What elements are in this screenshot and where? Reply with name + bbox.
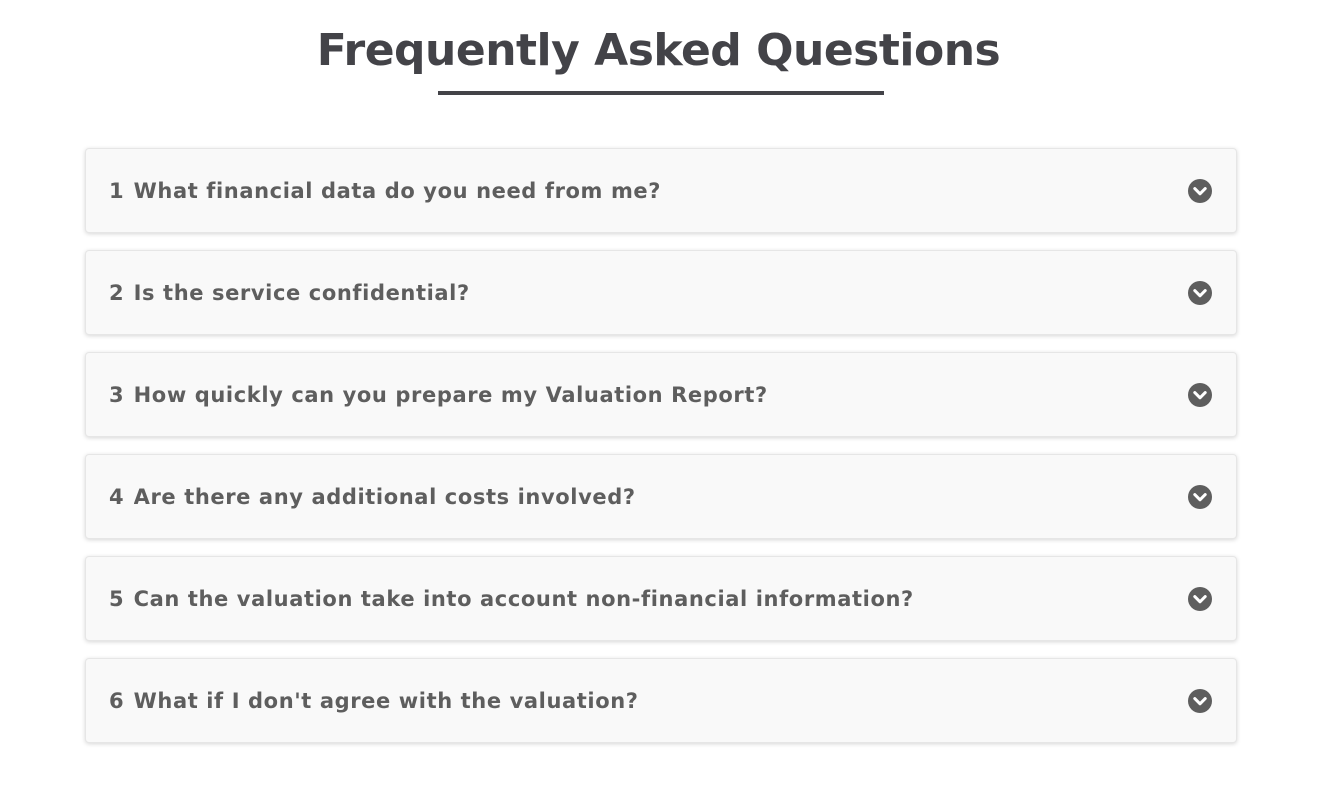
faq-header: Frequently Asked Questions [0,22,1317,80]
title-underline [438,91,884,95]
faq-number: 2 [109,280,125,305]
faq-item-4[interactable]: 4 Are there any additional costs involve… [85,454,1237,539]
faq-item-2[interactable]: 2 Is the service confidential? [85,250,1237,335]
chevron-down-circle-icon[interactable] [1188,688,1212,713]
faq-question: Can the valuation take into account non-… [133,586,914,611]
faq-question: Is the service confidential? [133,280,470,305]
faq-number: 4 [109,484,125,509]
faq-number: 3 [109,382,125,407]
faq-list: 1 What financial data do you need from m… [85,148,1237,760]
chevron-down-circle-icon[interactable] [1188,280,1212,305]
faq-question: What financial data do you need from me? [133,178,662,203]
faq-question: How quickly can you prepare my Valuation… [133,382,768,407]
faq-question: What if I don't agree with the valuation… [133,688,639,713]
faq-number: 6 [109,688,125,713]
chevron-down-circle-icon[interactable] [1188,178,1212,203]
faq-number: 1 [109,178,125,203]
chevron-down-circle-icon[interactable] [1188,586,1212,611]
chevron-down-circle-icon[interactable] [1188,484,1212,509]
faq-number: 5 [109,586,125,611]
faq-item-5[interactable]: 5 Can the valuation take into account no… [85,556,1237,641]
page-title: Frequently Asked Questions [316,25,1001,76]
faq-item-6[interactable]: 6 What if I don't agree with the valuati… [85,658,1237,743]
chevron-down-circle-icon[interactable] [1188,382,1212,407]
faq-item-1[interactable]: 1 What financial data do you need from m… [85,148,1237,233]
faq-item-3[interactable]: 3 How quickly can you prepare my Valuati… [85,352,1237,437]
faq-question: Are there any additional costs involved? [133,484,636,509]
